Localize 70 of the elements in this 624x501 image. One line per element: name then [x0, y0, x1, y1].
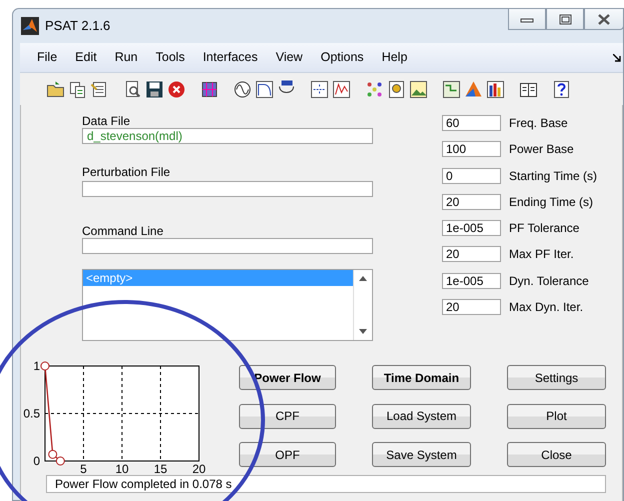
- setting-field[interactable]: 1e-005: [442, 220, 501, 236]
- setting-field[interactable]: 20: [442, 194, 501, 210]
- y-tick-label: 1: [33, 359, 40, 373]
- menu-item[interactable]: Tools: [146, 48, 194, 67]
- diagram-icon[interactable]: [441, 78, 462, 100]
- setting-label: PF Tolerance: [509, 220, 580, 238]
- x-tick-label: 15: [154, 462, 168, 475]
- action-button[interactable]: Plot: [507, 404, 606, 429]
- setting-field[interactable]: 20: [442, 246, 501, 262]
- help-icon[interactable]: [551, 78, 572, 100]
- minimize-button[interactable]: [508, 8, 546, 30]
- menu-item[interactable]: Edit: [66, 48, 106, 67]
- setting-label: Power Base: [509, 141, 574, 158]
- data-point: [48, 450, 58, 459]
- data-point: [40, 362, 50, 370]
- setting-label: Dyn. Tolerance: [509, 272, 589, 290]
- menu-item[interactable]: File: [28, 48, 66, 67]
- setting-label: Max Dyn. Iter.: [509, 299, 584, 316]
- action-button[interactable]: Settings: [507, 365, 606, 390]
- close-button[interactable]: [584, 8, 624, 30]
- scroll-up-icon[interactable]: [359, 276, 367, 281]
- field-label: Data File: [82, 115, 132, 128]
- window-title: PSAT 2.1.6: [45, 17, 110, 36]
- menu-item[interactable]: Options: [312, 48, 373, 67]
- setting-field[interactable]: 0: [442, 168, 501, 184]
- gear-document-icon[interactable]: [386, 78, 407, 100]
- restore-icon: [558, 14, 572, 24]
- action-button[interactable]: CPF: [239, 404, 336, 429]
- sine-wave-icon[interactable]: [232, 78, 253, 100]
- setting-label: Freq. Base: [509, 115, 568, 132]
- menu-item[interactable]: Run: [106, 48, 147, 67]
- setting-field[interactable]: 20: [442, 299, 501, 316]
- data-point: [56, 456, 65, 466]
- folder-icon[interactable]: [45, 78, 66, 100]
- perturbation-file-field[interactable]: [82, 181, 373, 197]
- setting-field[interactable]: 100: [442, 141, 501, 158]
- curve-icon[interactable]: [254, 78, 275, 100]
- setting-label: Starting Time (s): [509, 168, 598, 185]
- menu-item[interactable]: View: [266, 48, 312, 67]
- setting-field[interactable]: 60: [442, 115, 501, 131]
- action-button[interactable]: Time Domain: [372, 365, 471, 390]
- x-tick-label: 5: [80, 462, 87, 475]
- image-icon[interactable]: [408, 78, 429, 100]
- action-button[interactable]: Load System: [372, 404, 471, 429]
- status-bar: Power Flow completed in 0.078 s: [46, 475, 606, 493]
- action-button[interactable]: Save System: [372, 442, 471, 468]
- setting-label: Ending Time (s): [509, 194, 594, 211]
- field-label: Command Line: [82, 225, 164, 238]
- scroll-down-icon[interactable]: [359, 329, 367, 334]
- waveform-icon[interactable]: [331, 78, 352, 100]
- maximize-button[interactable]: [546, 8, 584, 30]
- field-label: Perturbation File: [82, 166, 172, 179]
- setting-label: Max PF Iter.: [509, 246, 574, 264]
- x-tick-label: 10: [115, 462, 129, 475]
- action-button[interactable]: Close: [507, 442, 606, 468]
- stop-icon[interactable]: [166, 78, 187, 100]
- app-icon: [21, 17, 39, 36]
- menu-item[interactable]: Help: [372, 48, 416, 67]
- menu-item[interactable]: Interfaces: [194, 48, 267, 67]
- y-tick-label: 0: [33, 454, 40, 468]
- y-tick-label: 0.5: [23, 406, 40, 420]
- setting-field[interactable]: 1e-005: [442, 272, 501, 289]
- action-button[interactable]: OPF: [239, 442, 336, 468]
- close-icon: [597, 14, 611, 24]
- bar-chart-icon[interactable]: [485, 78, 506, 100]
- x-tick-label: 20: [192, 462, 206, 475]
- expand-icon[interactable]: [613, 54, 621, 62]
- save-icon[interactable]: [144, 78, 165, 100]
- data-file-field[interactable]: d_stevenson(mdl): [82, 128, 373, 144]
- command-line-field[interactable]: [82, 238, 373, 254]
